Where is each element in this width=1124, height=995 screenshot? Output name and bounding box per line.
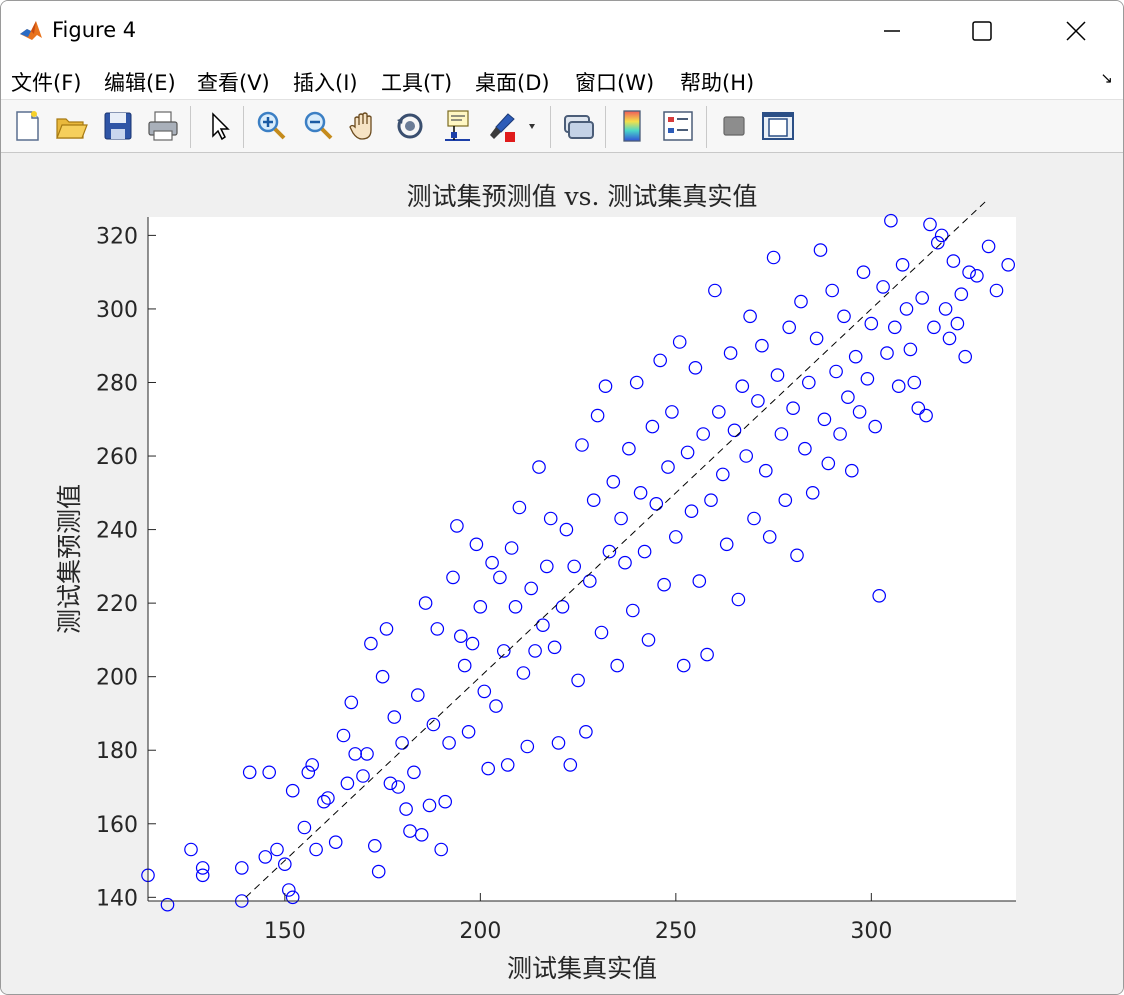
y-tick-label: 200 [96,666,138,691]
close-icon [1066,21,1086,41]
minimize-icon [884,30,900,32]
data-tip-icon [445,110,470,141]
toolbar-separator [243,106,244,148]
scatter-plot[interactable]: 150 200 250 300 140 160 180 200 220 240 260 280 300 3… [1,153,1123,994]
window-title: Figure 4 [52,18,137,42]
menu-edit[interactable]: 编辑(E) [104,67,176,97]
y-tick-label: 300 [96,298,138,323]
toolbar-separator [605,106,606,148]
floppy-disk-icon [104,112,132,140]
figure-toolbar [1,100,1123,153]
x-tick-label: 150 [264,919,306,944]
y-tick-label: 320 [96,224,138,249]
edit-plot-button[interactable] [202,108,236,144]
axes-background [148,217,1016,901]
pan-button[interactable] [347,108,381,144]
matlab-logo-icon [18,18,44,44]
toolbar-separator [706,106,707,148]
menu-window[interactable]: 窗口(W) [575,67,654,97]
brush-icon [490,113,535,142]
maximize-icon [972,21,992,41]
hide-tools-icon [723,116,745,136]
y-axis-label: 测试集预测值 [55,484,84,634]
legend-icon [663,111,693,141]
colorbar-icon [623,110,641,142]
link-icon [564,115,594,139]
y-tick-label: 240 [96,519,138,544]
y-tick-label: 280 [96,371,138,396]
menu-bar: 文件(F) 编辑(E) 查看(V) 插入(I) 工具(T) 桌面(D) 窗口(W… [1,61,1123,100]
chart-title: 测试集预测值 vs. 测试集真实值 [407,182,758,211]
minimize-button[interactable] [847,1,937,61]
x-tick-label: 200 [459,919,501,944]
figure-window: Figure 4 文件(F) 编辑(E) 查看(V) 插入(I) 工具(T) 桌… [0,0,1124,995]
y-tick-label: 220 [96,592,138,617]
y-tick-label: 160 [96,813,138,838]
zoom-in-icon [257,111,286,140]
new-figure-button[interactable] [10,108,44,144]
open-file-button[interactable] [54,108,88,144]
zoom-out-icon [304,111,333,140]
menu-view[interactable]: 查看(V) [197,67,270,97]
x-axis-label: 测试集真实值 [507,954,657,983]
data-cursor-button[interactable] [440,108,474,144]
new-document-icon [16,111,39,141]
show-plot-tools-button[interactable] [761,108,795,144]
toolbar-separator [550,106,551,148]
menu-help[interactable]: 帮助(H) [680,67,754,97]
x-tick-label: 300 [850,919,892,944]
close-button[interactable] [1031,1,1121,61]
folder-open-icon [56,118,88,139]
title-bar[interactable]: Figure 4 [1,1,1123,61]
rotate-3d-button[interactable] [393,108,427,144]
hide-plot-tools-button[interactable] [717,108,751,144]
menu-desktop[interactable]: 桌面(D) [475,67,550,97]
menu-insert[interactable]: 插入(I) [293,67,358,97]
printer-icon [148,111,178,141]
print-button[interactable] [146,108,180,144]
maximize-button[interactable] [937,1,1027,61]
zoom-in-button[interactable] [254,108,288,144]
zoom-out-button[interactable] [301,108,335,144]
rotate-icon [397,113,423,139]
x-tick-label: 250 [655,919,697,944]
show-tools-icon [762,112,794,140]
brush-button[interactable] [486,108,538,144]
y-tick-label: 260 [96,445,138,470]
colorbar-button[interactable] [615,108,649,144]
legend-button[interactable] [661,108,695,144]
save-button[interactable] [101,108,135,144]
menu-file[interactable]: 文件(F) [11,67,81,97]
y-tick-label: 140 [96,886,138,911]
menu-tools[interactable]: 工具(T) [381,67,452,97]
toolbar-separator [190,106,191,148]
figure-canvas[interactable]: 150 200 250 300 140 160 180 200 220 240 260 280 300 3… [1,153,1123,994]
hand-icon [349,112,372,140]
y-tick-label: 180 [96,739,138,764]
arrow-pointer-icon [212,112,230,141]
link-plot-button[interactable] [561,108,595,144]
dock-arrow-icon[interactable]: ↘ [1100,69,1113,87]
